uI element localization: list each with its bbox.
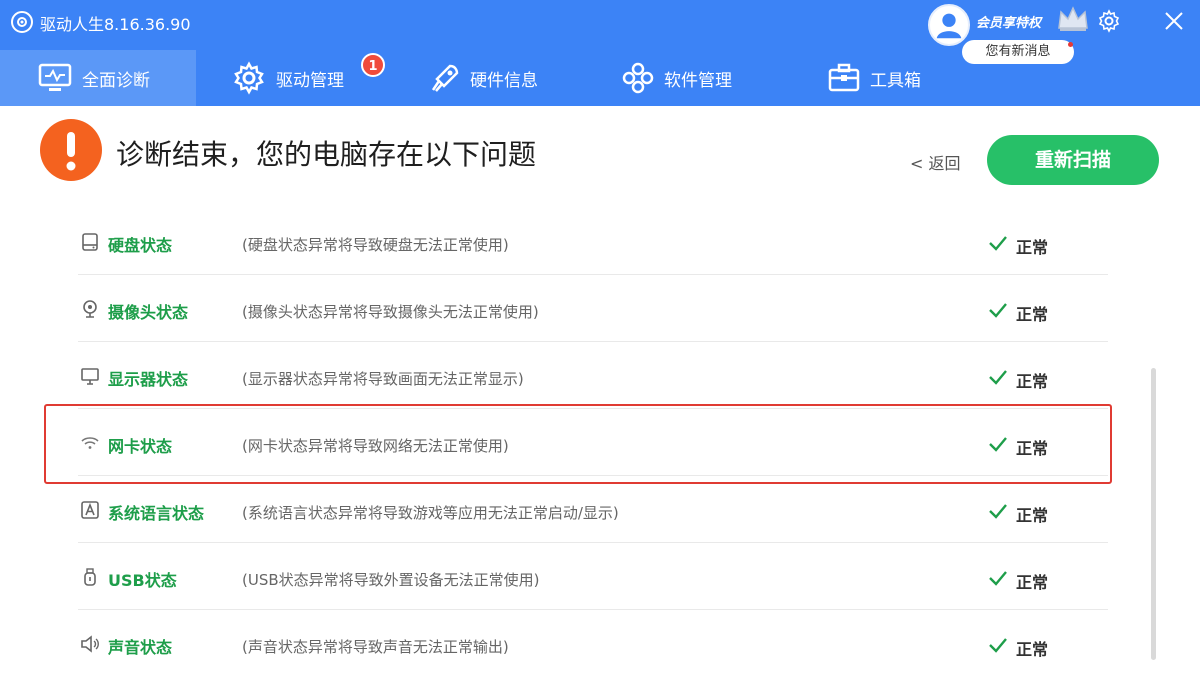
- list-item: 系统语言状态 (系统语言状态异常将导致游戏等应用无法正常启动/显示) 正常: [0, 476, 1200, 543]
- gear-icon: [234, 61, 264, 95]
- camera-icon: [83, 300, 97, 318]
- tab-toolbox[interactable]: 工具箱: [828, 50, 921, 106]
- user-avatar-icon[interactable]: [928, 4, 970, 46]
- list-item: 显示器状态 (显示器状态异常将导致画面无法正常显示) 正常: [0, 342, 1200, 409]
- tab-hardware-info[interactable]: 硬件信息: [430, 50, 538, 106]
- title-bar: 驱动人生8.16.36.90 会员享特权 您有新消息 全面诊断 驱动管理 1 硬…: [0, 0, 1200, 106]
- tab-label: 硬件信息: [470, 70, 538, 91]
- tab-label: 工具箱: [870, 70, 921, 91]
- driver-update-badge: 1: [361, 53, 385, 77]
- item-description: (声音状态异常将导致声音无法正常输出): [242, 638, 509, 656]
- item-status: 正常: [1016, 640, 1049, 659]
- close-icon[interactable]: [1164, 11, 1184, 31]
- check-icon: [989, 303, 1007, 318]
- check-icon: [989, 638, 1007, 653]
- app-logo-icon: [11, 11, 33, 33]
- usb-icon: [84, 568, 96, 586]
- item-description: (硬盘状态异常将导致硬盘无法正常使用): [242, 236, 509, 254]
- tab-label: 全面诊断: [82, 70, 150, 91]
- item-name: 摄像头状态: [108, 303, 189, 322]
- list-item: 声音状态 (声音状态异常将导致声音无法正常输出) 正常: [0, 610, 1200, 677]
- rescan-button[interactable]: 重新扫描: [987, 135, 1159, 185]
- tab-label: 驱动管理: [276, 70, 344, 91]
- monitor-icon: [38, 63, 72, 91]
- item-status: 正常: [1016, 238, 1049, 257]
- display-icon: [81, 368, 99, 385]
- list-item: 硬盘状态 (硬盘状态异常将导致硬盘无法正常使用) 正常: [0, 208, 1200, 275]
- list-item: 摄像头状态 (摄像头状态异常将导致摄像头无法正常使用) 正常: [0, 275, 1200, 342]
- item-name: 声音状态: [108, 638, 173, 657]
- tab-driver-management[interactable]: 驱动管理: [232, 50, 344, 106]
- app-title: 驱动人生8.16.36.90: [40, 15, 191, 34]
- tab-full-diagnosis[interactable]: 全面诊断: [0, 50, 196, 106]
- item-name: USB状态: [108, 571, 177, 590]
- crown-icon[interactable]: [1056, 4, 1090, 32]
- diagnosis-result-title: 诊断结束，您的电脑存在以下问题: [116, 138, 537, 171]
- network-row-highlight-frame: [44, 404, 1112, 484]
- item-name: 系统语言状态: [108, 504, 205, 523]
- item-status: 正常: [1016, 372, 1049, 391]
- item-status: 正常: [1016, 305, 1049, 324]
- item-status: 正常: [1016, 506, 1049, 525]
- item-description: (USB状态异常将导致外置设备无法正常使用): [242, 571, 540, 589]
- item-description: (系统语言状态异常将导致游戏等应用无法正常启动/显示): [242, 504, 619, 522]
- warning-icon: [40, 119, 102, 181]
- scrollbar[interactable]: [1151, 368, 1156, 660]
- tab-software-management[interactable]: 软件管理: [622, 50, 732, 106]
- item-description: (摄像头状态异常将导致摄像头无法正常使用): [242, 303, 539, 321]
- hard-disk-icon: [82, 233, 98, 251]
- back-link[interactable]: < 返回: [910, 150, 961, 174]
- list-item: USB状态 (USB状态异常将导致外置设备无法正常使用) 正常: [0, 543, 1200, 610]
- speaker-icon: [81, 635, 99, 653]
- language-icon: [81, 501, 99, 519]
- item-status: 正常: [1016, 573, 1049, 592]
- toolbox-icon: [828, 63, 860, 92]
- main-tabs: 全面诊断 驱动管理 1 硬件信息 软件管理 工具箱: [0, 50, 1200, 106]
- vip-privilege-label[interactable]: 会员享特权: [976, 12, 1041, 31]
- check-icon: [989, 571, 1007, 586]
- item-name: 显示器状态: [108, 370, 189, 389]
- item-description: (显示器状态异常将导致画面无法正常显示): [242, 370, 524, 388]
- check-icon: [989, 236, 1007, 251]
- message-dot: [1068, 42, 1073, 47]
- rocket-icon: [431, 64, 459, 92]
- check-icon: [989, 504, 1007, 519]
- tab-label: 软件管理: [664, 70, 732, 91]
- apps-icon: [622, 62, 654, 94]
- item-name: 硬盘状态: [108, 236, 173, 255]
- check-icon: [989, 370, 1007, 385]
- gear-icon[interactable]: [1097, 9, 1121, 33]
